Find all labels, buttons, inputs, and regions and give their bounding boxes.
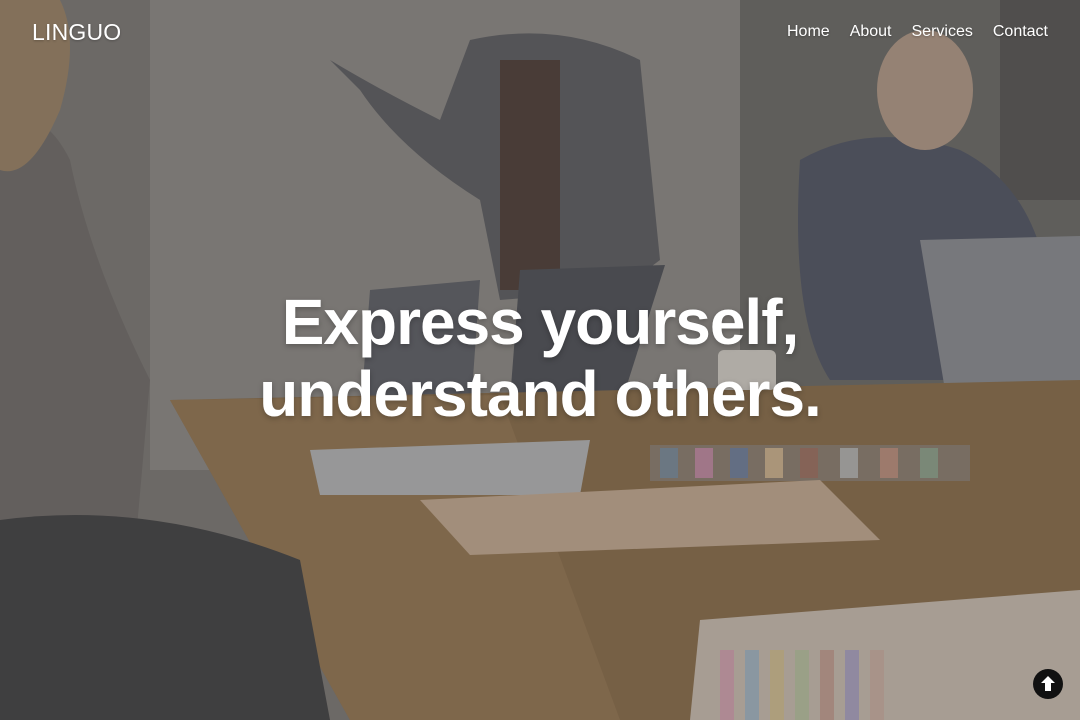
hero-section: LINGUO Home About Services Contact Expre… [0, 0, 1080, 720]
nav-link-contact[interactable]: Contact [993, 23, 1048, 41]
hero-headline-line-2: understand others. [259, 358, 822, 430]
nav-link-home[interactable]: Home [787, 23, 830, 41]
hero-headline: Express yourself, understand others. [0, 286, 1080, 430]
nav-link-about[interactable]: About [850, 23, 892, 41]
hero-headline-line-1: Express yourself, [281, 286, 800, 358]
arrow-up-circle-icon [1041, 676, 1055, 691]
nav-link-services[interactable]: Services [912, 23, 973, 41]
top-navbar: LINGUO Home About Services Contact [0, 0, 1080, 64]
nav-menu: Home About Services Contact [787, 23, 1048, 41]
brand-logo[interactable]: LINGUO [32, 19, 121, 46]
scroll-to-top-button[interactable] [1033, 669, 1063, 699]
